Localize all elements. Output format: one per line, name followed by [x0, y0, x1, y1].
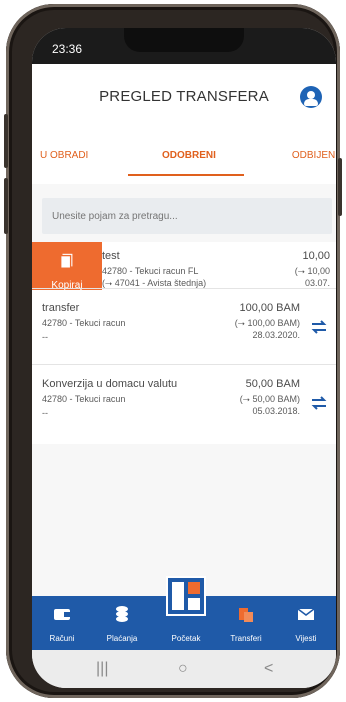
- mail-icon: [297, 608, 315, 620]
- dashboard-icon: [172, 582, 200, 610]
- row-divider: [32, 364, 336, 365]
- target-amount: (⭢ 100,00 BAM): [234, 318, 300, 328]
- transfer-note: --: [42, 332, 48, 342]
- list-item[interactable]: Konverzija u domacu valutu 42780 - Tekuc…: [32, 366, 336, 444]
- app-header: PREGLED TRANSFERA: [32, 64, 336, 129]
- active-tab-indicator: [128, 174, 244, 176]
- transfer-note: --: [42, 408, 48, 418]
- transfer-date: 03.07.: [304, 278, 330, 288]
- target-amount: (⭢ 10,00: [294, 266, 330, 276]
- transfer-amount: 50,00 BAM: [245, 378, 300, 390]
- source-account: 42780 - Tekuci racun: [42, 318, 126, 328]
- transfer-amount: 100,00 BAM: [239, 302, 300, 314]
- phone-frame: 23:36 PREGLED TRANSFERA U OBRADI ODOBREN…: [4, 4, 342, 698]
- screen: 23:36 PREGLED TRANSFERA U OBRADI ODOBREN…: [32, 28, 336, 688]
- list-item[interactable]: transfer 42780 - Tekuci racun -- 100,00 …: [32, 290, 336, 368]
- tab-rejected[interactable]: ODBIJENI: [292, 150, 336, 161]
- nav-accounts[interactable]: Računi: [32, 600, 92, 650]
- transfer-name: transfer: [42, 302, 80, 314]
- status-bar: 23:36: [32, 28, 336, 64]
- transfer-icon: [239, 608, 253, 622]
- transfer-amount: 10,00: [302, 250, 330, 262]
- target-amount: (⭢ 50,00 BAM): [239, 394, 300, 404]
- coins-icon: [116, 606, 128, 622]
- swap-icon: [311, 396, 327, 410]
- tab-approved[interactable]: ODOBRENI: [162, 150, 216, 161]
- recents-button[interactable]: |||: [96, 660, 108, 678]
- copy-icon: [60, 253, 73, 269]
- nav-label: Vijesti: [295, 634, 317, 643]
- nav-label: Početak: [171, 634, 201, 643]
- status-time: 23:36: [52, 42, 83, 56]
- nav-news[interactable]: Vijesti: [276, 600, 336, 650]
- volume-down-button: [4, 178, 8, 234]
- nav-label: Transferi: [230, 634, 262, 643]
- camera-notch: [124, 28, 244, 52]
- transfer-date: 28.03.2020.: [252, 330, 300, 340]
- wallet-icon: [54, 609, 70, 620]
- system-navigation: ||| ○ <: [32, 650, 336, 688]
- row-divider: [32, 288, 336, 289]
- nav-payments[interactable]: Plaćanja: [92, 600, 152, 650]
- source-account: 42780 - Tekuci racun: [42, 394, 126, 404]
- transfer-date: 05.03.2018.: [252, 406, 300, 416]
- source-account: 42780 - Tekuci racun FL: [102, 266, 199, 276]
- nav-transfers[interactable]: Transferi: [216, 600, 276, 650]
- power-button: [338, 158, 342, 216]
- search-input[interactable]: [42, 198, 332, 234]
- tab-bar: U OBRADI ODOBRENI ODBIJENI: [32, 128, 336, 184]
- transfer-name: test: [102, 250, 120, 262]
- back-button[interactable]: <: [264, 660, 273, 678]
- swap-icon: [311, 320, 327, 334]
- system-home-button[interactable]: ○: [178, 660, 188, 678]
- tab-in-progress[interactable]: U OBRADI: [40, 150, 88, 161]
- home-tile[interactable]: [166, 576, 206, 616]
- volume-up-button: [4, 114, 8, 168]
- transfer-name: Konverzija u domacu valutu: [42, 378, 178, 390]
- nav-label: Računi: [49, 634, 75, 643]
- account-icon[interactable]: [300, 86, 322, 108]
- page-title: PREGLED TRANSFERA: [99, 88, 269, 105]
- nav-label: Plaćanja: [106, 634, 138, 643]
